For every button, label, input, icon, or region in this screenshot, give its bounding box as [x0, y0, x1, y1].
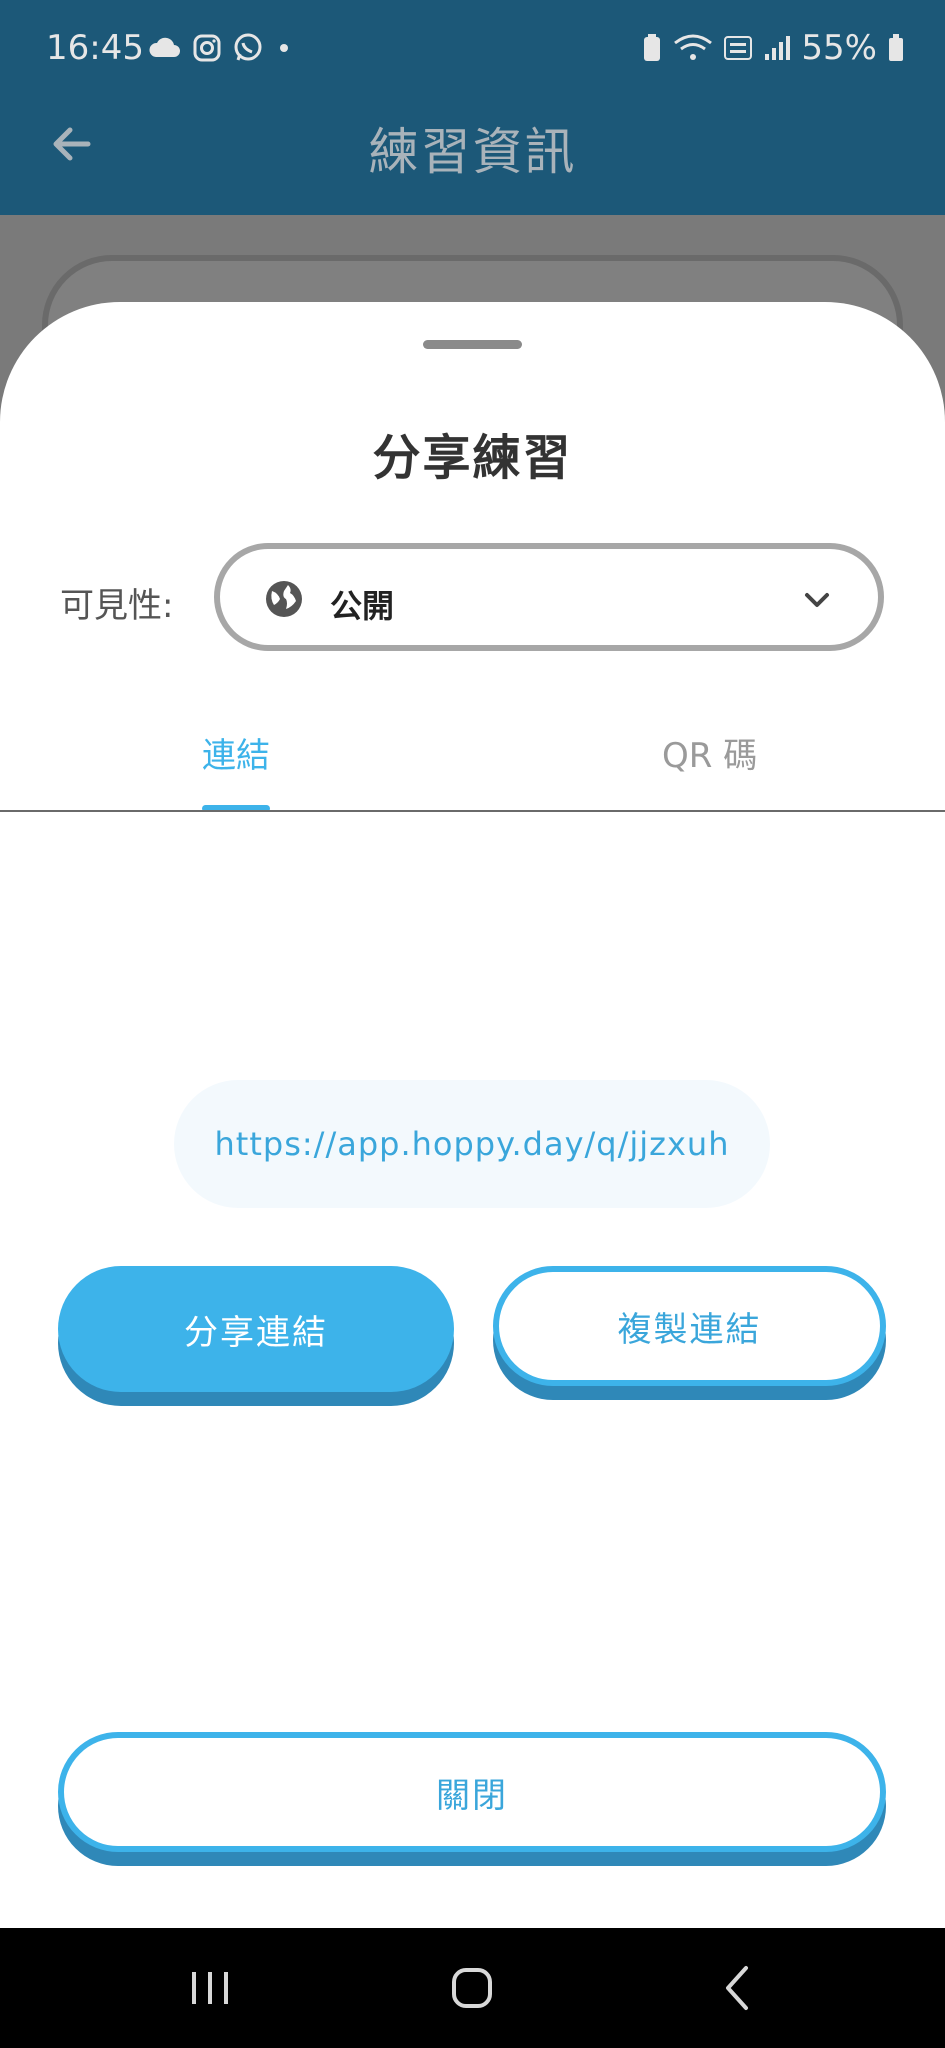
tab-divider: [0, 810, 945, 812]
close-button[interactable]: 關閉: [58, 1732, 886, 1852]
globe-icon: [266, 581, 302, 617]
whatsapp-icon: [234, 33, 262, 61]
notification-icons: [148, 32, 294, 64]
status-right-group: 55%: [641, 28, 905, 68]
sheet-drag-handle[interactable]: [423, 340, 522, 349]
tab-qr-code[interactable]: QR 碼: [662, 728, 757, 777]
chevron-down-icon: [805, 593, 829, 607]
status-time: 16:45: [46, 28, 144, 68]
wifi-icon: [674, 34, 713, 60]
share-link-url: https://app.hoppy.day/q/jjzxuh: [214, 1125, 730, 1163]
screen: 16:45 55% 練習資訊 分享練習 可見性: 公開 連結 QR 碼 http…: [0, 0, 945, 2048]
instagram-icon: [193, 34, 221, 62]
copy-link-button[interactable]: 複製連結: [493, 1266, 886, 1386]
share-link-button[interactable]: 分享連結: [58, 1266, 454, 1392]
battery-percent: 55%: [801, 28, 877, 68]
battery-saver-icon: [644, 34, 661, 61]
status-bar: 16:45 55%: [0, 0, 945, 100]
signal-icon: [765, 36, 791, 60]
app-bar-title: 練習資訊: [368, 123, 577, 181]
app-bar: 16:45 55% 練習資訊: [0, 0, 945, 215]
tab-link[interactable]: 連結: [202, 728, 270, 777]
visibility-dropdown[interactable]: 公開: [214, 543, 884, 651]
share-link-box[interactable]: https://app.hoppy.day/q/jjzxuh: [174, 1080, 770, 1208]
sheet-title: 分享練習: [372, 430, 573, 486]
dot-icon: [280, 44, 288, 52]
recent-apps-icon[interactable]: [190, 1968, 230, 2008]
nav-back-icon[interactable]: [722, 1964, 752, 2012]
system-nav-bar: [0, 1928, 945, 2048]
visibility-label: 可見性:: [60, 586, 174, 626]
cloud-icon: [149, 37, 180, 57]
battery-icon: [889, 34, 903, 61]
visibility-value: 公開: [330, 587, 395, 625]
home-icon[interactable]: [450, 1966, 494, 2010]
volte-icon: [724, 36, 753, 60]
